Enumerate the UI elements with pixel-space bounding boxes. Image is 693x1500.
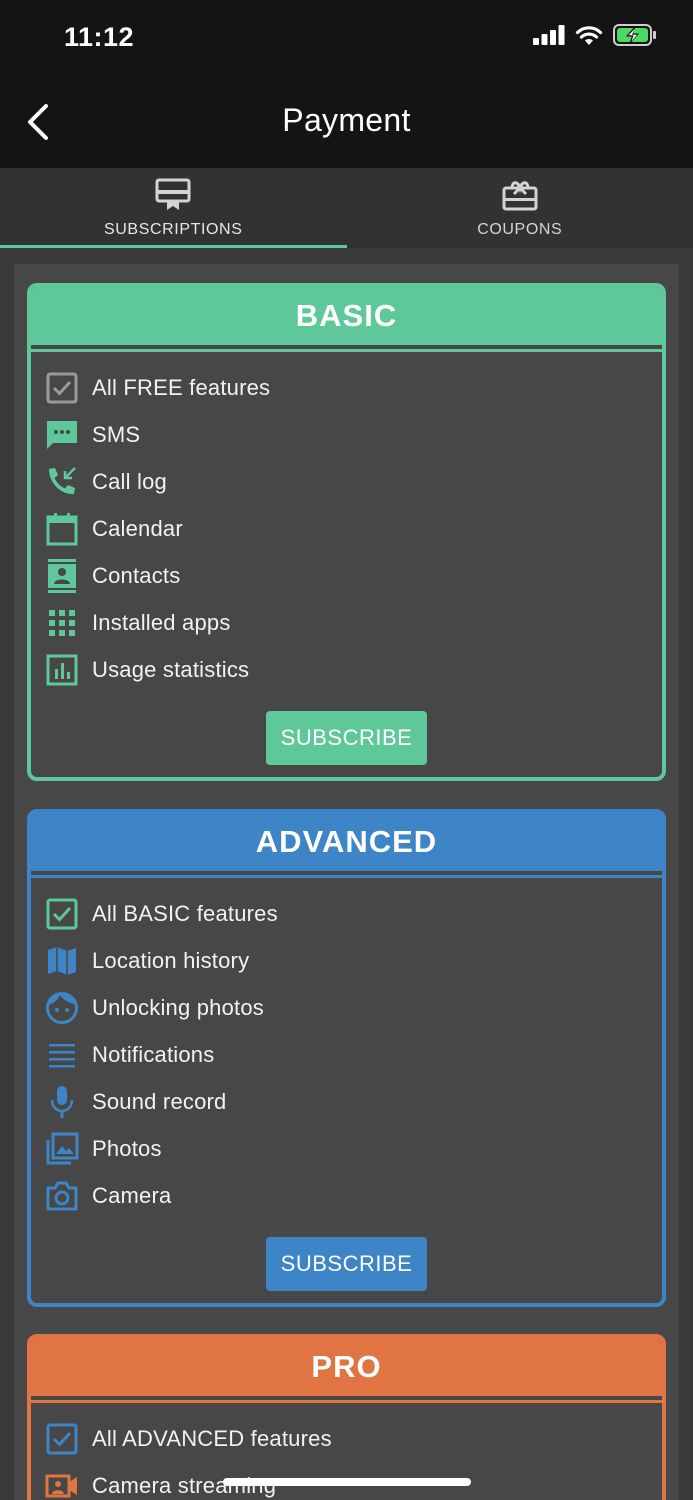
feature-label: All FREE features [92,374,271,400]
plan-title-pro: PRO [31,1338,662,1396]
status-time: 11:12 [64,22,135,52]
feature-item: Call log [45,458,662,505]
plan-features-advanced: All BASIC features Location history Unlo… [31,878,662,1303]
feature-item: All BASIC features [45,890,662,937]
feature-label: Location history [92,947,250,973]
microphone-icon [45,1085,79,1119]
feature-label: Installed apps [92,609,231,635]
page-title: Payment [282,102,411,138]
feature-label: All BASIC features [92,900,278,926]
subscriptions-icon [155,178,191,217]
feature-label: Photos [92,1135,162,1161]
plan-title-advanced: ADVANCED [31,813,662,871]
feature-item: Contacts [45,552,662,599]
plan-title-basic: BASIC [31,287,662,345]
cellular-signal-icon [533,25,565,50]
feature-item: All ADVANCED features [45,1415,662,1462]
plan-card-basic: BASIC All FREE features SMS Call log Cal… [27,283,666,781]
feature-label: Call log [92,468,167,494]
feature-item: Photos [45,1125,662,1172]
feature-item: Sound record [45,1078,662,1125]
subscribe-button-advanced[interactable]: SUBSCRIBE [266,1237,427,1291]
coupons-icon [502,178,538,217]
feature-item: Notifications [45,1031,662,1078]
notifications-list-icon [45,1038,79,1072]
checkbox-icon [45,1422,79,1456]
contacts-icon [45,558,79,593]
feature-label: All ADVANCED features [92,1425,332,1451]
feature-label: Unlocking photos [92,994,264,1020]
feature-item: Installed apps [45,599,662,646]
plans-list: BASIC All FREE features SMS Call log Cal… [14,264,679,1500]
feature-label: Calendar [92,515,183,541]
apps-grid-icon [45,606,79,640]
checkbox-icon [45,371,79,405]
map-icon [45,944,79,978]
camera-icon [45,1179,79,1213]
feature-item: Usage statistics [45,646,662,693]
face-icon [45,991,79,1025]
tab-coupons[interactable]: COUPONS [347,168,693,248]
battery-charging-icon [613,24,657,51]
calendar-icon [45,512,79,546]
plan-features-basic: All FREE features SMS Call log Calendar [31,352,662,777]
feature-label: Sound record [92,1088,227,1114]
bar-chart-icon [45,653,79,687]
plan-card-advanced: ADVANCED All BASIC features Location his… [27,809,666,1307]
feature-item: Unlocking photos [45,984,662,1031]
feature-label: SMS [92,421,141,447]
tab-coupons-label: COUPONS [477,221,563,238]
nav-bar: Payment [0,78,693,168]
tab-bar: SUBSCRIPTIONS COUPONS [0,168,693,248]
tab-subscriptions-label: SUBSCRIPTIONS [104,221,243,238]
feature-item: SMS [45,411,662,458]
feature-label: Usage statistics [92,656,250,682]
video-camera-icon [45,1469,79,1500]
status-bar: 11:12 [0,0,693,78]
subscribe-button-basic[interactable]: SUBSCRIBE [266,711,427,765]
call-log-icon [45,465,79,499]
tab-subscriptions[interactable]: SUBSCRIPTIONS [0,168,347,248]
feature-label: Contacts [92,562,181,588]
plan-card-pro: PRO All ADVANCED features Camera streami… [27,1334,666,1500]
feature-item: Location history [45,937,662,984]
home-indicator[interactable] [223,1478,471,1486]
sms-icon [45,418,79,452]
wifi-icon [575,24,603,51]
feature-item: Camera [45,1172,662,1219]
photo-library-icon [45,1132,79,1166]
feature-label: Camera [92,1182,172,1208]
checkbox-icon [45,897,79,931]
feature-label: Notifications [92,1041,215,1067]
status-icons [533,24,657,51]
active-tab-indicator [0,245,347,248]
feature-item: Calendar [45,505,662,552]
feature-item: All FREE features [45,364,662,411]
